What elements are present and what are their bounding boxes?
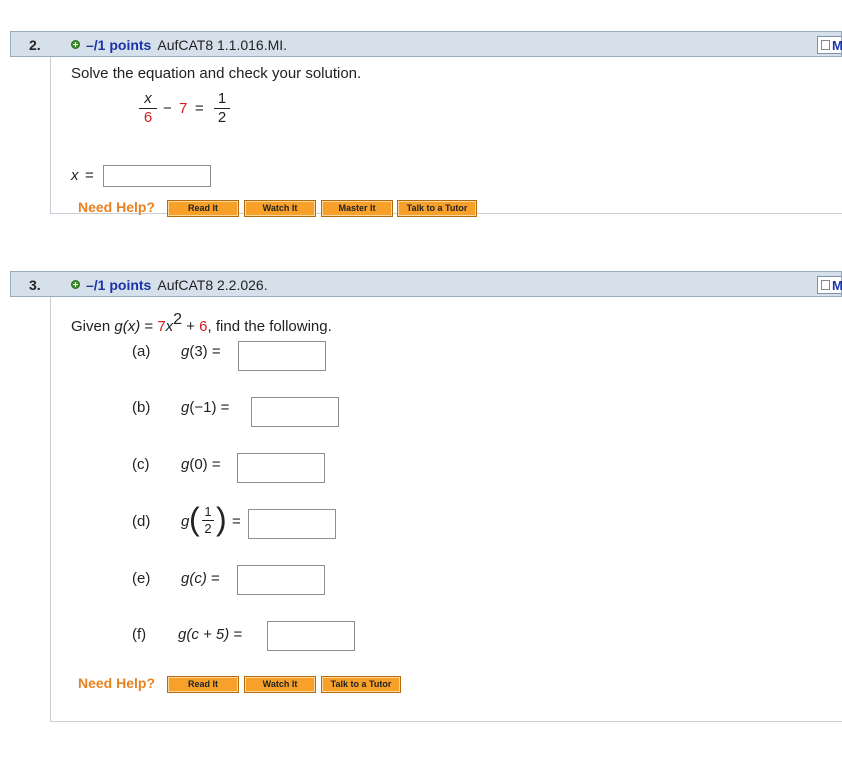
expand-plus-icon[interactable]	[71, 40, 80, 49]
question-number: 3.	[29, 277, 41, 293]
part-c-expression: g(0) =	[181, 456, 221, 473]
part-c-label: (c)	[132, 456, 150, 473]
notes-checkbox-icon	[821, 40, 830, 50]
instruction-text: Solve the equation and check your soluti…	[71, 65, 362, 82]
need-help-label: Need Help?	[78, 199, 156, 215]
watch-it-button[interactable]: Watch It	[244, 200, 316, 217]
part-e-expression: g(c) =	[181, 570, 220, 587]
my-notes-tab[interactable]: My	[817, 276, 842, 294]
answer-input-c[interactable]	[237, 453, 325, 483]
fraction-one-half: 1 2	[214, 91, 230, 126]
fraction-one-half-arg: 1 2	[202, 505, 214, 536]
part-b-label: (b)	[132, 399, 151, 416]
answer-input-d[interactable]	[248, 509, 336, 539]
my-notes-label: My	[832, 38, 842, 53]
read-it-button[interactable]: Read It	[167, 676, 239, 693]
part-b-expression: g(−1) =	[181, 399, 230, 416]
given-statement: Given g(x) = 7x2 + 6, find the following…	[71, 311, 332, 335]
constant-seven: 7	[179, 100, 188, 117]
part-e-label: (e)	[132, 570, 151, 587]
question-2-header: 2. –/1 pointsAufCAT8 1.1.016.MI. My	[10, 31, 842, 57]
watch-it-button[interactable]: Watch It	[244, 676, 316, 693]
answer-input-x[interactable]	[103, 165, 211, 187]
part-a-expression: g(3) =	[181, 343, 221, 360]
talk-to-tutor-button[interactable]: Talk to a Tutor	[397, 200, 477, 217]
my-notes-label: My	[832, 278, 842, 293]
left-paren: (	[189, 501, 200, 537]
master-it-button[interactable]: Master It	[321, 200, 393, 217]
question-3-body: Given g(x) = 7x2 + 6, find the following…	[50, 297, 842, 722]
my-notes-tab[interactable]: My	[817, 36, 842, 54]
answer-input-e[interactable]	[237, 565, 325, 595]
answer-input-b[interactable]	[251, 397, 339, 427]
read-it-button[interactable]: Read It	[167, 200, 239, 217]
minus-sign: −	[163, 100, 172, 117]
question-points: –/1 points AufCAT8 1.1.016.MI.	[86, 37, 288, 53]
expand-plus-icon[interactable]	[71, 280, 80, 289]
part-d-equals: =	[232, 513, 241, 530]
part-f-label: (f)	[132, 626, 147, 643]
right-paren: )	[216, 501, 227, 537]
question-3-header: 3. –/1 pointsAufCAT8 2.2.026. My	[10, 271, 842, 297]
notes-checkbox-icon	[821, 280, 830, 290]
question-code: AufCAT8 2.2.026.	[157, 277, 268, 293]
question-2-body: Solve the equation and check your soluti…	[50, 57, 842, 217]
part-f-expression: g(c + 5) =	[178, 626, 243, 643]
fraction-x-over-6: x 6	[139, 91, 157, 126]
part-a-label: (a)	[132, 343, 151, 360]
question-points: –/1 points AufCAT8 2.2.026.	[86, 277, 268, 293]
question-number: 2.	[29, 37, 41, 53]
talk-to-tutor-button[interactable]: Talk to a Tutor	[321, 676, 401, 693]
answer-input-f[interactable]	[267, 621, 355, 651]
question-code: AufCAT8 1.1.016.MI.	[157, 37, 288, 53]
answer-var-label: x	[71, 167, 79, 184]
answer-input-a[interactable]	[238, 341, 326, 371]
need-help-label: Need Help?	[78, 675, 156, 691]
answer-equals: =	[85, 167, 94, 184]
part-d-label: (d)	[132, 513, 151, 530]
equals-sign: =	[195, 100, 204, 117]
